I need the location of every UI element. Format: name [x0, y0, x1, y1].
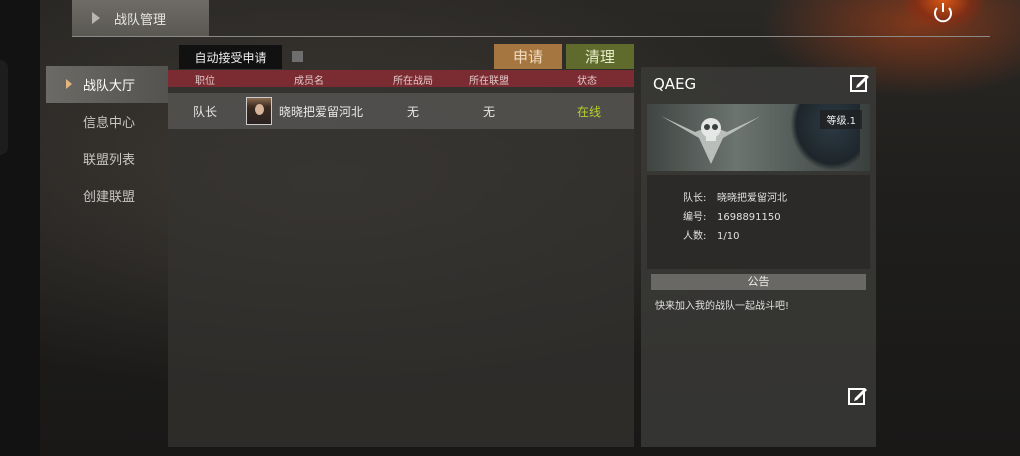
breadcrumb[interactable]: 战队管理: [72, 0, 209, 36]
id-value: 1698891150: [717, 212, 781, 223]
leader-value: 晓晓把爱留河北: [717, 193, 787, 204]
avatar: [246, 97, 272, 125]
header-divider: [72, 36, 990, 37]
active-arrow-icon: [66, 79, 72, 89]
screen-edge: [0, 0, 40, 456]
leader-label: 队长:: [683, 193, 707, 204]
breadcrumb-title: 战队管理: [114, 12, 167, 28]
member-match: 无: [406, 105, 419, 119]
column-header-match: 所在战局: [393, 76, 433, 87]
member-name: 晓晓把爱留河北: [279, 105, 364, 119]
column-header-role: 职位: [195, 76, 215, 87]
sidebar-item-label: 创建联盟: [83, 190, 136, 205]
team-details: 队长: 晓晓把爱留河北 编号: 1698891150 人数: 1/10: [647, 175, 870, 269]
power-button[interactable]: [901, 0, 986, 30]
power-icon: [934, 3, 952, 23]
play-arrow-icon: [92, 12, 100, 24]
member-role: 队长: [192, 105, 217, 119]
notice-title: 公告: [651, 274, 866, 290]
sidebar-item-label: 联盟列表: [83, 153, 136, 168]
apply-button[interactable]: 申请: [494, 44, 562, 69]
member-list: 职位 成员名 所在战局 所在联盟 状态 队长 晓晓把爱留河北 无 无 在线: [168, 70, 634, 447]
auto-accept-checkbox[interactable]: [292, 51, 303, 62]
edit-icon: [848, 388, 867, 405]
member-status: 在线: [576, 105, 601, 119]
auto-accept-label: 自动接受申请: [179, 45, 282, 69]
sidebar-item-alliance-list[interactable]: 联盟列表: [46, 140, 168, 177]
edit-icon: [850, 75, 869, 92]
team-level-badge: 等级.1: [820, 110, 862, 129]
sidebar-item-label: 战队大厅: [83, 79, 136, 94]
sidebar-item-info-center[interactable]: 信息中心: [46, 103, 168, 140]
table-row[interactable]: 队长 晓晓把爱留河北 无 无 在线: [168, 93, 634, 129]
team-name: QAEG: [653, 75, 697, 93]
column-header-status: 状态: [577, 76, 597, 87]
side-handle: [0, 60, 8, 155]
skull-emblem-icon: [661, 116, 761, 164]
sidebar-item-team-hall[interactable]: 战队大厅: [46, 66, 168, 103]
member-list-header: 职位 成员名 所在战局 所在联盟 状态: [168, 70, 634, 87]
edit-notice-button[interactable]: [847, 385, 869, 407]
column-header-alliance: 所在联盟: [469, 76, 509, 87]
id-label: 编号:: [683, 212, 707, 223]
sidebar: 战队大厅 信息中心 联盟列表 创建联盟: [46, 66, 168, 214]
count-value: 1/10: [717, 231, 740, 242]
column-header-name: 成员名: [294, 76, 324, 87]
team-banner: 等级.1: [647, 104, 870, 171]
clear-button[interactable]: 清理: [566, 44, 634, 69]
member-alliance: 无: [482, 105, 495, 119]
notice-text: 快来加入我的战队一起战斗吧!: [655, 301, 790, 312]
team-info-panel: QAEG 等级.1 队长: 晓晓把爱留河北 编号: 1698891150 人数: 1/…: [641, 67, 876, 447]
edit-name-button[interactable]: [849, 72, 871, 94]
sidebar-item-create-alliance[interactable]: 创建联盟: [46, 177, 168, 214]
count-label: 人数:: [683, 231, 707, 242]
sidebar-item-label: 信息中心: [83, 116, 136, 131]
